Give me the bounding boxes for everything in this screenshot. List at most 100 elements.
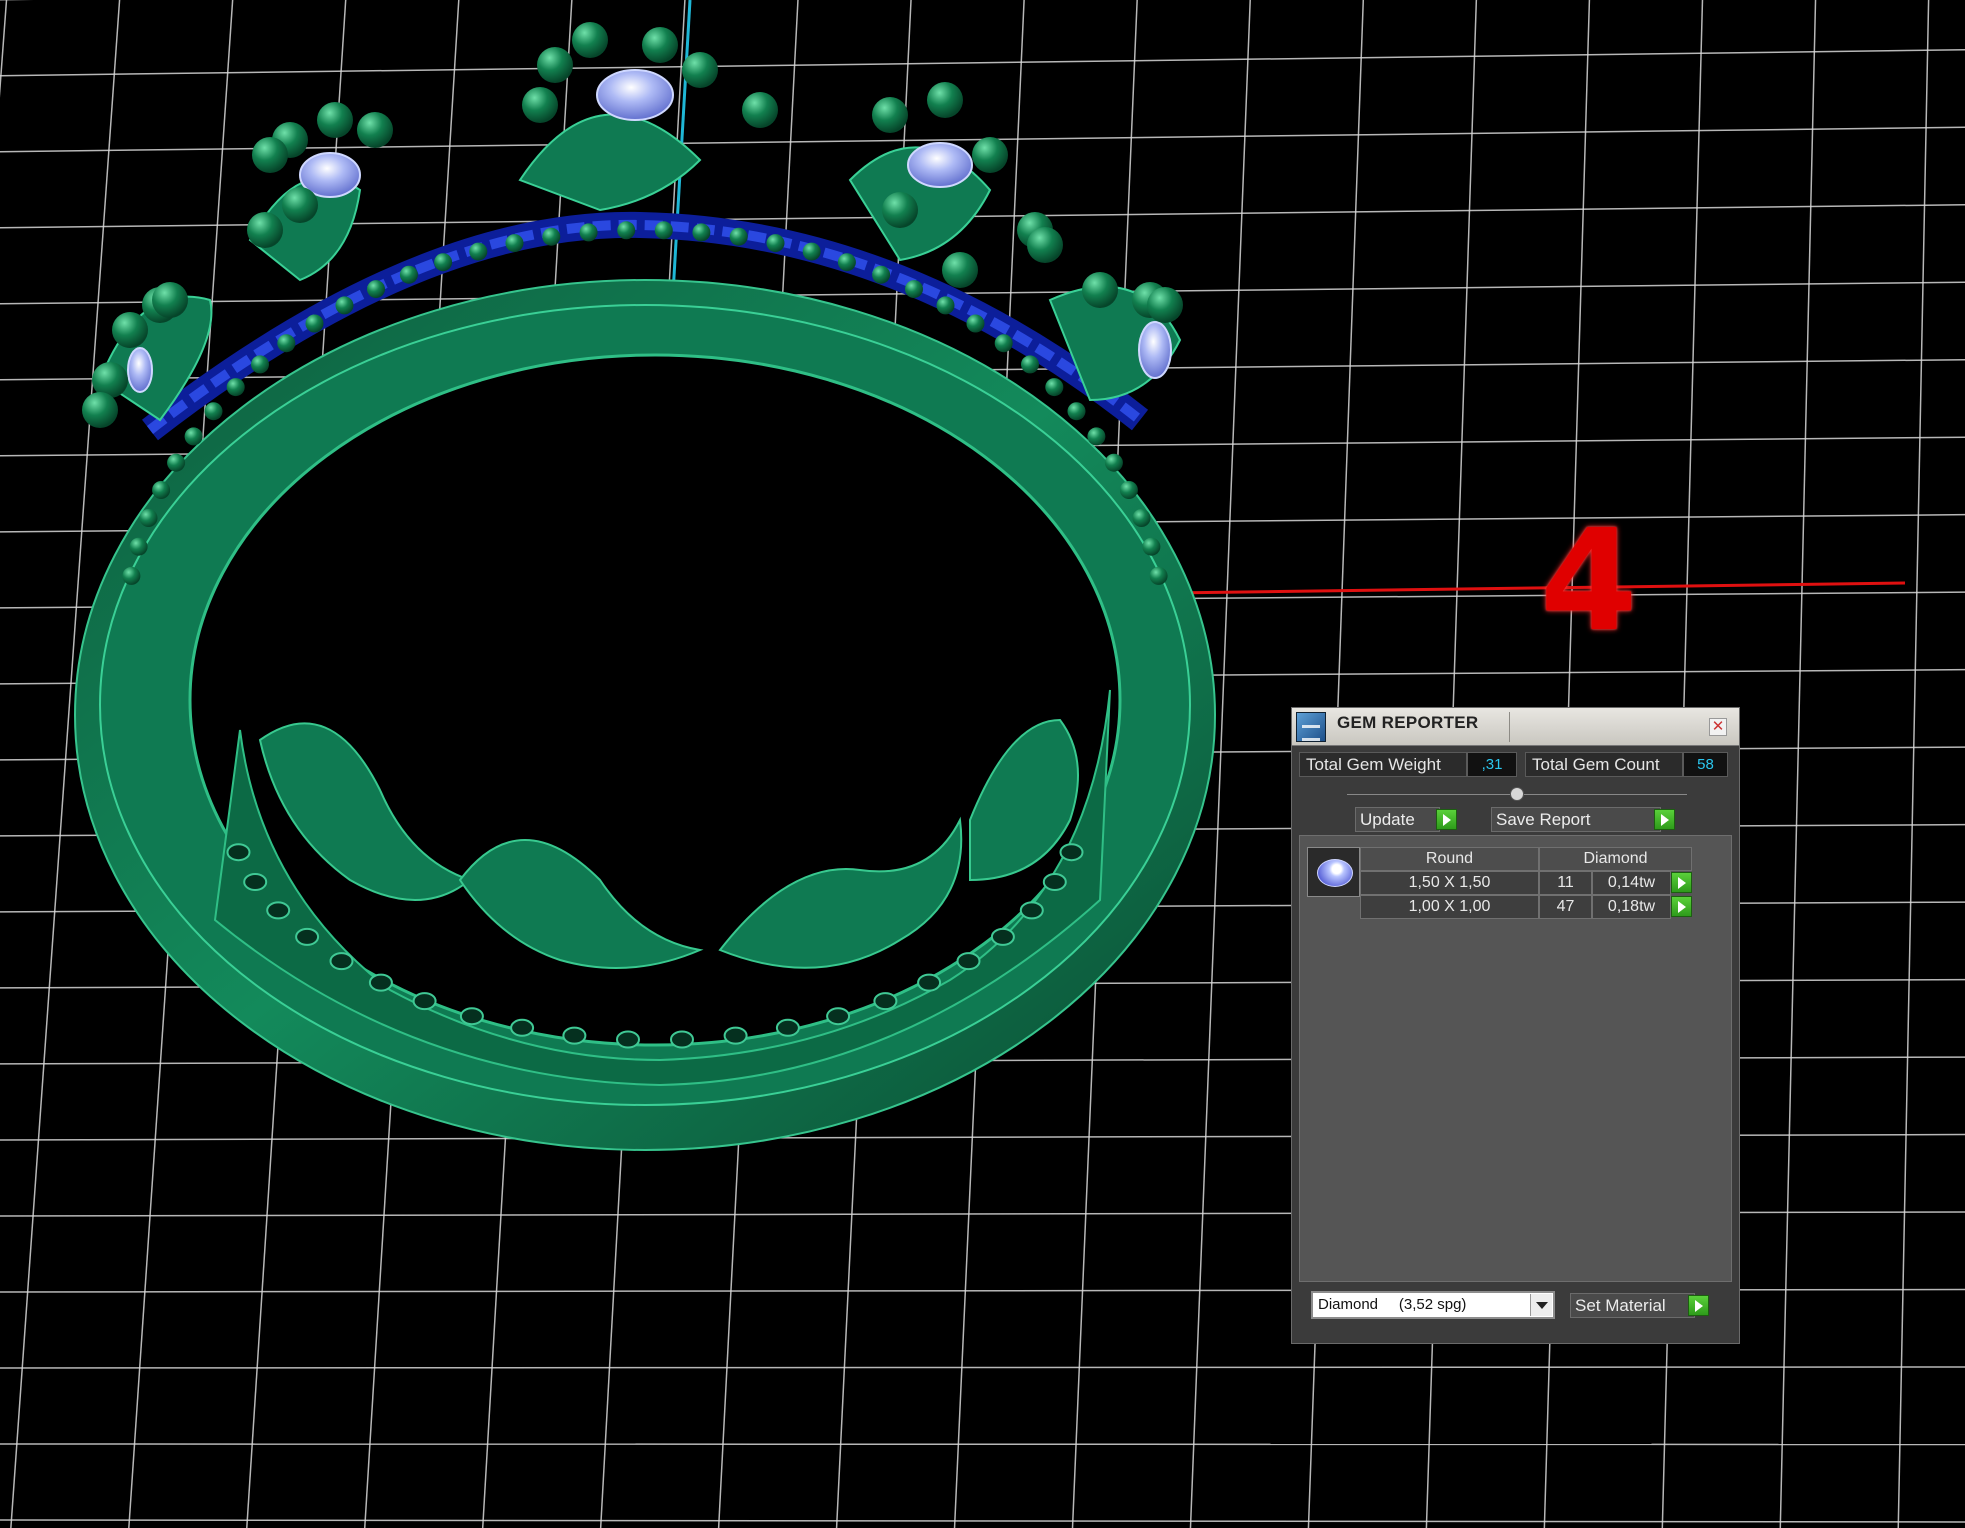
prong-bead	[572, 22, 608, 58]
gem-thumbnail[interactable]	[1307, 847, 1360, 897]
save-report-label: Save Report	[1496, 810, 1591, 829]
splitter-handle[interactable]	[1510, 787, 1524, 801]
save-report-go-icon[interactable]	[1654, 809, 1675, 830]
prong-bead	[1082, 272, 1118, 308]
title-divider	[1509, 712, 1510, 742]
band-hole	[329, 952, 354, 971]
row-select-icon[interactable]	[1671, 896, 1692, 917]
total-gem-weight-label: Total Gem Weight	[1299, 752, 1467, 777]
band-hole	[510, 1018, 535, 1037]
material-select-value: Diamond (3,52 spg)	[1318, 1296, 1467, 1313]
total-gem-weight-value: ,31	[1467, 752, 1517, 777]
prong-bead	[152, 282, 188, 318]
rim-bead	[837, 253, 856, 272]
prong-bead	[682, 52, 718, 88]
band-hole	[226, 843, 251, 862]
rim-bead	[1119, 481, 1138, 499]
row-select-icon[interactable]	[1671, 872, 1692, 893]
update-button[interactable]: Update	[1355, 807, 1440, 832]
rim-bead	[1021, 355, 1039, 374]
prong-bead	[357, 112, 393, 148]
material-select[interactable]: Diamond (3,52 spg)	[1311, 1291, 1555, 1319]
prong-bead	[82, 392, 118, 428]
grid-line	[0, 49, 1965, 77]
rim-bead	[1132, 509, 1151, 527]
gem-size-cell[interactable]: 1,50 X 1,50	[1360, 871, 1539, 895]
prong-bead	[282, 187, 318, 223]
set-material-button[interactable]: Set Material	[1570, 1293, 1695, 1318]
titlebar[interactable]: GEM REPORTER ✕	[1292, 708, 1739, 746]
band-hole	[459, 1007, 484, 1026]
set-material-go-icon[interactable]	[1688, 1295, 1709, 1316]
gem-weight-cell: 0,18tw	[1592, 895, 1671, 919]
rim-bead	[184, 427, 203, 446]
gem-reporter-app-icon	[1296, 712, 1326, 742]
update-go-icon[interactable]	[1436, 809, 1457, 830]
shape-header: Round	[1360, 847, 1539, 871]
rim-bead	[905, 280, 923, 299]
total-gem-count-value: 58	[1683, 752, 1728, 777]
rim-bead	[654, 221, 673, 240]
gem-count-cell: 11	[1539, 871, 1592, 895]
grid-line	[1779, 0, 1817, 1528]
save-report-button[interactable]: Save Report	[1491, 807, 1661, 832]
chevron-down-icon[interactable]	[1530, 1294, 1552, 1316]
band-hole	[412, 992, 437, 1011]
prong-bead	[872, 97, 908, 133]
prong-bead	[642, 27, 678, 63]
grid-line	[1897, 0, 1930, 1528]
rim-bead	[129, 537, 148, 556]
gem-size-cell[interactable]: 1,00 X 1,00	[1360, 895, 1539, 919]
rim-bead	[226, 378, 245, 397]
band-hole	[368, 973, 393, 992]
rim-bead	[434, 253, 453, 272]
rim-bead	[1149, 566, 1168, 585]
rim-bead	[617, 221, 636, 240]
band-hole	[723, 1026, 748, 1045]
rim-bead	[766, 234, 785, 253]
rim-bead	[1045, 378, 1064, 397]
rim-bead	[1104, 453, 1123, 472]
band-hole	[873, 992, 898, 1011]
ring-model[interactable]	[74, 22, 1216, 1151]
prong-bead	[1147, 287, 1183, 323]
gem-weight-cell: 0,14tw	[1592, 871, 1671, 895]
prong-bead	[1027, 227, 1063, 263]
rim-bead	[277, 334, 296, 353]
total-gem-count-label: Total Gem Count	[1525, 752, 1683, 777]
round-gem-icon	[1317, 859, 1353, 887]
rim-bead	[729, 227, 748, 246]
prong-bead	[927, 82, 963, 118]
gem-reporter-panel[interactable]: GEM REPORTER ✕ Total Gem Weight ,31 Tota…	[1291, 707, 1740, 1344]
rim-bead	[139, 509, 158, 527]
band-hole	[1059, 843, 1084, 862]
band-hole	[775, 1018, 800, 1037]
rim-bead	[1087, 427, 1106, 446]
rim-bead	[204, 402, 223, 421]
panel-title: GEM REPORTER	[1337, 713, 1479, 732]
rim-bead	[872, 265, 891, 284]
set-material-label: Set Material	[1575, 1296, 1666, 1315]
material-header: Diamond	[1539, 847, 1692, 871]
close-icon[interactable]: ✕	[1709, 718, 1727, 736]
band-hole	[826, 1007, 851, 1026]
rim-bead	[469, 242, 488, 261]
band-hole	[956, 952, 981, 971]
rim-bead	[692, 223, 711, 242]
prong-bead	[942, 252, 978, 288]
rim-bead	[1067, 402, 1086, 421]
prong-bead	[972, 137, 1008, 173]
prong-bead	[252, 137, 288, 173]
band-hole	[243, 873, 268, 891]
band-hole	[917, 973, 942, 992]
band-hole	[562, 1026, 587, 1045]
prong-bead	[742, 92, 778, 128]
grid-line	[0, 1519, 1965, 1523]
rim-bead	[802, 242, 821, 261]
band-hole	[990, 927, 1015, 946]
rim-bead	[936, 296, 955, 315]
prong-bead	[537, 47, 573, 83]
rim-bead	[367, 280, 385, 299]
gem-count-cell: 47	[1539, 895, 1592, 919]
axis-number-label: 4	[1540, 500, 1638, 663]
